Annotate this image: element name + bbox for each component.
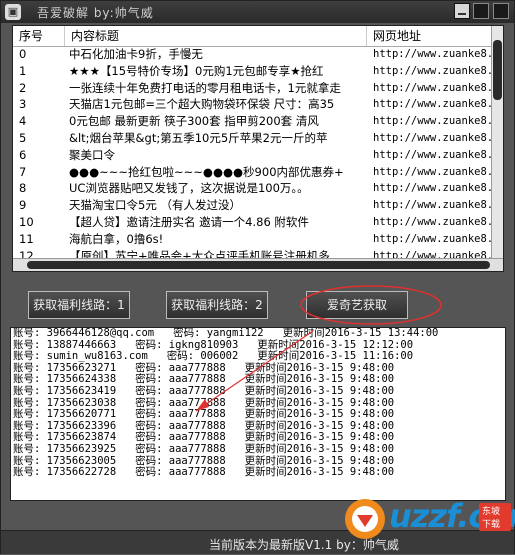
row-title: 一张连续十年免费打电话的零月租电话卡，1元就拿走 <box>69 80 341 95</box>
row-index: 0 <box>19 47 27 61</box>
window-title: 吾爱破解 by:帅气威 <box>37 6 154 20</box>
watermark-emblem-icon <box>345 499 385 539</box>
log-line: 账号: 17356620771 密码: aaa777888 更新时间2016-3… <box>13 408 395 421</box>
row-index: 10 <box>19 214 34 229</box>
horizontal-scroll-thumb[interactable] <box>27 261 490 269</box>
row-title: UC浏览器贴吧又发钱了，这次据说是100万。。 <box>69 181 309 196</box>
log-line: 账号: 17356623419 密码: aaa777888 更新时间2016-3… <box>13 384 395 397</box>
close-button[interactable] <box>493 3 509 19</box>
row-url: http://www.zuanke8.c <box>373 115 491 128</box>
list-rows: 0 中石化加油卡9折，手慢无 http://www.zuanke8.c 1 ★★★【15… <box>13 46 491 264</box>
title-bar[interactable]: ▣ 吾爱破解 by:帅气威 <box>1 1 514 23</box>
table-row[interactable]: 2 一张连续十年免费打电话的零月租电话卡，1元就拿走 http://www.zuan… <box>13 80 491 97</box>
log-line: 账号: 3966446128@qq.com 密码: yangmi122 更新时间… <box>13 327 439 339</box>
row-url: http://www.zuanke8.c <box>373 215 491 228</box>
row-title: 【超人贷】邀请注册实名 邀请一个4.86 附软件 <box>69 214 309 229</box>
row-index: 9 <box>19 198 27 213</box>
row-url: http://www.zuanke8.c <box>373 131 491 144</box>
row-url: http://www.zuanke8.c <box>373 98 491 111</box>
maximize-button[interactable] <box>473 3 489 19</box>
row-title: ●●●~~~抢红包啦~~~●●●●秒900内部优惠券+ <box>69 164 344 179</box>
row-url: http://www.zuanke8.c <box>373 165 491 178</box>
row-index: 1 <box>19 63 27 78</box>
row-url: http://www.zuanke8.c <box>373 232 491 245</box>
table-row[interactable]: 1 ★★★【15号特价专场】0元购1元包邮专享★抢红 http://www.zuan… <box>13 63 491 80</box>
table-row[interactable]: 9 天猫淘宝口令5元 （有人发过没） http://www.zuanke8.c <box>13 197 491 214</box>
row-url: http://www.zuanke8.c <box>373 48 491 60</box>
row-index: 2 <box>19 80 27 95</box>
row-title: 天猫店1元包邮=三个超大购物袋环保袋 尺寸：高35 <box>69 97 335 112</box>
row-url: http://www.zuanke8.c <box>373 199 491 212</box>
row-title: 海航白拿，0撸6s! <box>69 231 164 246</box>
row-index: 6 <box>19 147 27 162</box>
row-title: 0元包邮 最新更新 筷子300套 指甲剪200套 清风 <box>69 114 319 129</box>
table-row[interactable]: 11 海航白拿，0撸6s! http://www.zuanke8.c <box>13 231 491 248</box>
table-row[interactable]: 6 聚美口令 http://www.zuanke8.c <box>13 147 491 164</box>
row-index: 5 <box>19 130 27 145</box>
vertical-scroll-thumb[interactable] <box>493 40 502 100</box>
row-index: 8 <box>19 181 27 196</box>
row-index: 7 <box>19 164 27 179</box>
app-icon: ▣ <box>5 4 21 20</box>
column-header-index[interactable]: 序号 <box>13 26 65 46</box>
table-row[interactable]: 8 UC浏览器贴吧又发钱了，这次据说是100万。。 http://www.zuank… <box>13 180 491 197</box>
row-title: 天猫淘宝口令5元 （有人发过没） <box>69 198 241 213</box>
row-index: 11 <box>19 231 34 246</box>
get-line-2-button[interactable]: 获取福利线路：2 <box>166 291 268 319</box>
row-title: &lt;烟台苹果&gt;第五季10元5斤苹果2元一斤的苹 <box>69 130 328 145</box>
get-line-1-button[interactable]: 获取福利线路：1 <box>28 291 130 319</box>
watermark-badge: 东坡下载 <box>479 503 511 531</box>
table-row[interactable]: 10 【超人贷】邀请注册实名 邀请一个4.86 附软件 http://www.zua… <box>13 214 491 231</box>
table-row[interactable]: 5 &lt;烟台苹果&gt;第五季10元5斤苹果2元一斤的苹 http://www.… <box>13 130 491 147</box>
table-row[interactable]: 3 天猫店1元包邮=三个超大购物袋环保袋 尺寸：高35 http://www.zua… <box>13 96 491 113</box>
minimize-button[interactable] <box>454 3 470 19</box>
row-index: 4 <box>19 114 27 129</box>
list-header: 序号 内容标题 网页地址 <box>13 26 491 47</box>
row-url: http://www.zuanke8.c <box>373 81 491 94</box>
content-list[interactable]: 序号 内容标题 网页地址 0 中石化加油卡9折，手慢无 http://www.zua… <box>12 25 504 272</box>
log-line: 账号: 17356622728 密码: aaa777888 更新时间2016-3… <box>13 466 395 479</box>
row-url: http://www.zuanke8.c <box>373 182 491 195</box>
row-url: http://www.zuanke8.c <box>373 64 491 77</box>
watermark-logo: uzzf.com 东坡下载 <box>341 493 515 548</box>
table-row[interactable]: 0 中石化加油卡9折，手慢无 http://www.zuanke8.c <box>13 46 491 63</box>
horizontal-scrollbar[interactable] <box>13 258 503 271</box>
column-header-url[interactable]: 网页地址 <box>367 26 491 46</box>
column-header-title[interactable]: 内容标题 <box>65 26 367 46</box>
row-title: ★★★【15号特价专场】0元购1元包邮专享★抢红 <box>69 63 324 78</box>
iqiyi-get-button[interactable]: 爱奇艺获取 <box>306 291 408 319</box>
account-log[interactable]: 账号: 3966446128@qq.com 密码: yangmi122 更新时间… <box>10 327 506 501</box>
log-line: 账号: 17356623925 密码: aaa777888 更新时间2016-3… <box>13 442 395 455</box>
table-row[interactable]: 4 0元包邮 最新更新 筷子300套 指甲剪200套 清风 http://www.z… <box>13 113 491 130</box>
vertical-scrollbar[interactable] <box>491 26 503 258</box>
table-row[interactable]: 7 ●●●~~~抢红包啦~~~●●●●秒900内部优惠券+ http://www.z… <box>13 164 491 181</box>
row-url: http://www.zuanke8.c <box>373 148 491 161</box>
app-window: ▣ 吾爱破解 by:帅气威 序号 内容标题 网页地址 0 中石化加油卡9折，手慢无… <box>0 0 515 554</box>
row-title: 中石化加油卡9折，手慢无 <box>69 47 203 61</box>
row-index: 3 <box>19 97 27 112</box>
row-title: 聚美口令 <box>69 147 115 162</box>
